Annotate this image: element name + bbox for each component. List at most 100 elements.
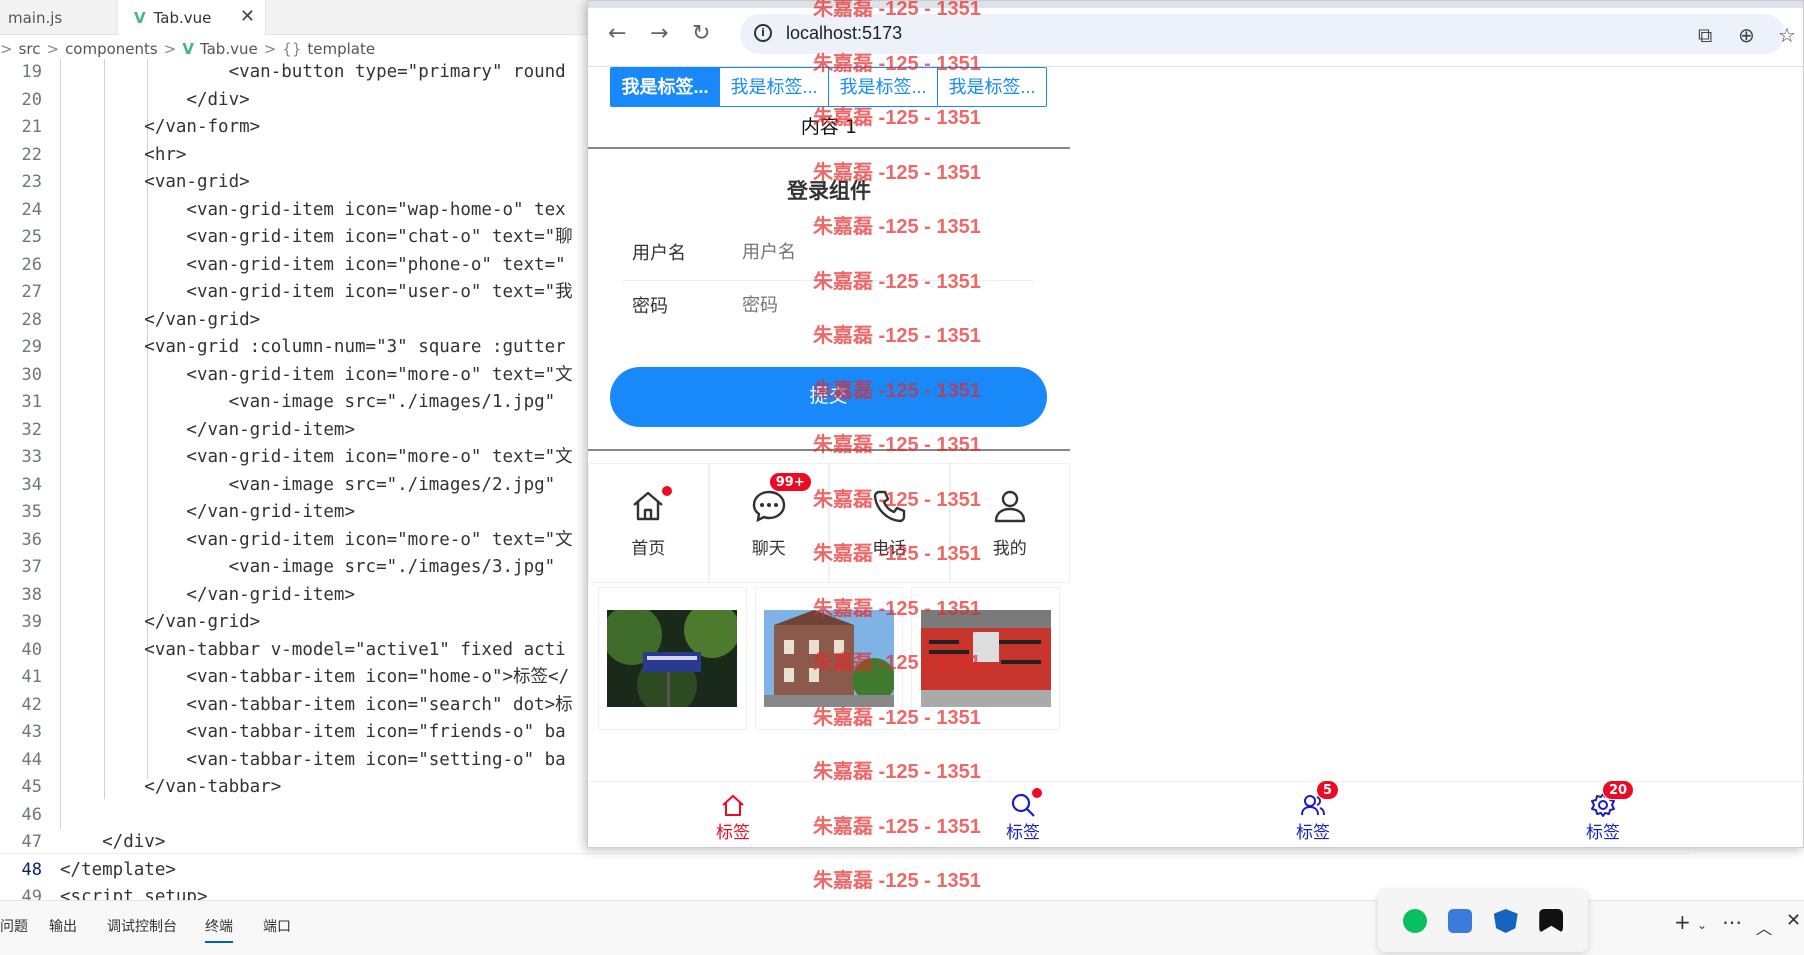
tab-1[interactable]: 我是标签... <box>611 68 720 106</box>
code-line[interactable]: 37 <van-image src="./images/3.jpg" <box>0 554 600 582</box>
panel-tab-debug-console[interactable]: 调试控制台 <box>107 916 177 936</box>
password-input[interactable] <box>742 294 1022 316</box>
chevron-up-icon[interactable]: ︿ <box>1756 915 1772 939</box>
code-line[interactable]: 36 <van-grid-item icon="more-o" text="文 <box>0 527 600 555</box>
image-grid-item[interactable] <box>754 587 904 730</box>
search-icon <box>1010 787 1042 818</box>
reload-icon[interactable]: ↻ <box>692 21 710 46</box>
code-text: <van-grid-item icon="wap-home-o" tex <box>60 199 566 220</box>
vue-icon: V <box>182 40 194 58</box>
image-grid-item[interactable] <box>598 587 747 730</box>
code-line[interactable]: 31 <van-image src="./images/1.jpg" <box>0 389 600 417</box>
grid-item-chat[interactable]: 99+ 聊天 <box>708 463 829 583</box>
tabbar-item-home[interactable]: 标签 <box>673 782 793 847</box>
close-icon[interactable]: ✕ <box>240 6 255 27</box>
star-icon[interactable]: ☆ <box>1778 23 1796 47</box>
username-input[interactable] <box>742 241 1022 263</box>
tab-main-js[interactable]: main.js <box>0 0 117 35</box>
grid-label: 电话 <box>872 538 907 559</box>
code-line[interactable]: 32 </van-grid-item> <box>0 417 600 445</box>
more-icon[interactable]: ⋯ <box>1722 910 1742 934</box>
code-line[interactable]: 23 <van-grid> <box>0 169 600 197</box>
code-line[interactable]: 30 <van-grid-item icon="more-o" text="文 <box>0 362 600 390</box>
code-line[interactable]: 42 <van-tabbar-item icon="search" dot>标 <box>0 692 600 720</box>
code-line[interactable]: 27 <van-grid-item icon="user-o" text="我 <box>0 279 600 307</box>
code-line[interactable]: 20 </div> <box>0 87 600 115</box>
translate-icon[interactable]: ⧉ <box>1698 23 1712 47</box>
code-line[interactable]: 39 </van-grid> <box>0 609 600 637</box>
breadcrumb-item[interactable]: template <box>307 40 375 58</box>
code-text: </van-grid> <box>60 309 261 330</box>
code-line[interactable]: 19 <van-button type="primary" round <box>0 59 600 87</box>
bookmark-icon[interactable] <box>1539 909 1564 933</box>
site-info-icon[interactable]: i <box>754 24 772 42</box>
code-text: <van-image src="./images/2.jpg" <box>60 474 556 495</box>
address-bar[interactable]: i localhost:5173 <box>740 14 1785 54</box>
chat-icon: 99+ <box>751 471 812 524</box>
banner-wall-image <box>920 610 1051 707</box>
add-terminal-icon[interactable]: + <box>1674 910 1691 934</box>
chevron-down-icon[interactable]: ⌄ <box>1697 918 1707 932</box>
tab-2[interactable]: 我是标签... <box>720 68 829 106</box>
code-line[interactable]: 24 <van-grid-item icon="wap-home-o" tex <box>0 197 600 225</box>
tabbar-item-search[interactable]: 标签 <box>963 782 1083 847</box>
tab-3[interactable]: 我是标签... <box>829 68 938 106</box>
tab-tab-vue[interactable]: V Tab.vue ✕ <box>118 0 266 35</box>
code-line[interactable]: 22 <hr> <box>0 142 600 170</box>
tab-4[interactable]: 我是标签... <box>938 68 1046 106</box>
panel-tab-problems[interactable]: 问题 <box>0 916 28 936</box>
back-icon[interactable]: ← <box>608 21 626 46</box>
tabbar-item-settings[interactable]: 20 标签 <box>1543 779 1663 847</box>
line-number: 44 <box>21 749 42 770</box>
panel-tab-output[interactable]: 输出 <box>49 916 77 936</box>
grid-item-home[interactable]: 首页 <box>588 463 709 583</box>
code-area[interactable]: 19 <van-button type="primary" round 20 </… <box>0 59 600 906</box>
image-grid-item[interactable] <box>911 587 1061 730</box>
code-line[interactable]: 29 <van-grid :column-num="3" square :gut… <box>0 334 600 362</box>
code-text: <van-grid-item icon="more-o" text="文 <box>60 364 573 385</box>
code-text: <van-tabbar-item icon="search" dot>标 <box>60 694 573 715</box>
mail-icon[interactable] <box>1448 909 1473 933</box>
code-line[interactable]: 44 <van-tabbar-item icon="setting-o" ba <box>0 747 600 775</box>
code-line[interactable]: 40 <van-tabbar v-model="active1" fixed a… <box>0 637 600 665</box>
code-line[interactable]: 25 <van-grid-item icon="chat-o" text="聊 <box>0 224 600 252</box>
code-line[interactable]: 35 </van-grid-item> <box>0 499 600 527</box>
code-line[interactable]: 21 </van-form> <box>0 114 600 142</box>
line-number: 32 <box>21 419 42 440</box>
shield-icon[interactable] <box>1493 909 1518 933</box>
code-line[interactable]: 47 </div> <box>0 829 600 857</box>
code-line[interactable]: 26 <van-grid-item icon="phone-o" text=" <box>0 252 600 280</box>
code-line[interactable]: 34 <van-image src="./images/2.jpg" <box>0 472 600 500</box>
username-label: 用户名 <box>632 243 686 264</box>
wechat-icon[interactable] <box>1402 909 1427 933</box>
forward-icon[interactable]: → <box>650 21 668 46</box>
building-image <box>764 610 894 707</box>
breadcrumb-item[interactable]: components <box>65 40 158 58</box>
code-line[interactable]: 41 <van-tabbar-item icon="home-o">标签</ <box>0 664 600 692</box>
line-number: 27 <box>21 282 42 302</box>
panel-tab-ports[interactable]: 端口 <box>263 916 291 936</box>
grid-item-phone[interactable]: 电话 <box>829 463 950 583</box>
code-line[interactable]: 46 <box>0 802 600 830</box>
tab-strip <box>588 1 1803 8</box>
submit-button[interactable]: 提交 <box>610 367 1047 427</box>
line-number: 47 <box>21 832 42 852</box>
code-line[interactable]: 33 <van-grid-item icon="more-o" text="文 <box>0 444 600 472</box>
code-line[interactable]: 45 </van-tabbar> <box>0 774 600 802</box>
code-line[interactable]: 43 <van-tabbar-item icon="friends-o" ba <box>0 719 600 747</box>
code-text: <van-grid-item icon="more-o" text="文 <box>60 447 573 467</box>
grid-item-user[interactable]: 我的 <box>949 463 1070 583</box>
breadcrumb-item[interactable]: src <box>19 40 41 58</box>
panel-tab-terminal[interactable]: 终端 <box>205 916 233 943</box>
notification-dot <box>1032 787 1042 798</box>
code-text: <van-grid-item icon="phone-o" text=" <box>60 254 566 275</box>
code-line[interactable]: 28 </van-grid> <box>0 307 600 335</box>
tabbar-item-friends[interactable]: 5 标签 <box>1253 779 1373 847</box>
code-line[interactable]: 38 </van-grid-item> <box>0 582 600 610</box>
zoom-icon[interactable]: ⊕ <box>1738 23 1755 47</box>
line-number: 24 <box>21 199 42 220</box>
line-number: 28 <box>21 309 42 330</box>
close-icon[interactable]: ✕ <box>1786 910 1801 931</box>
code-line[interactable]: 48 </template> <box>0 857 600 885</box>
breadcrumb-item[interactable]: Tab.vue <box>200 40 258 58</box>
